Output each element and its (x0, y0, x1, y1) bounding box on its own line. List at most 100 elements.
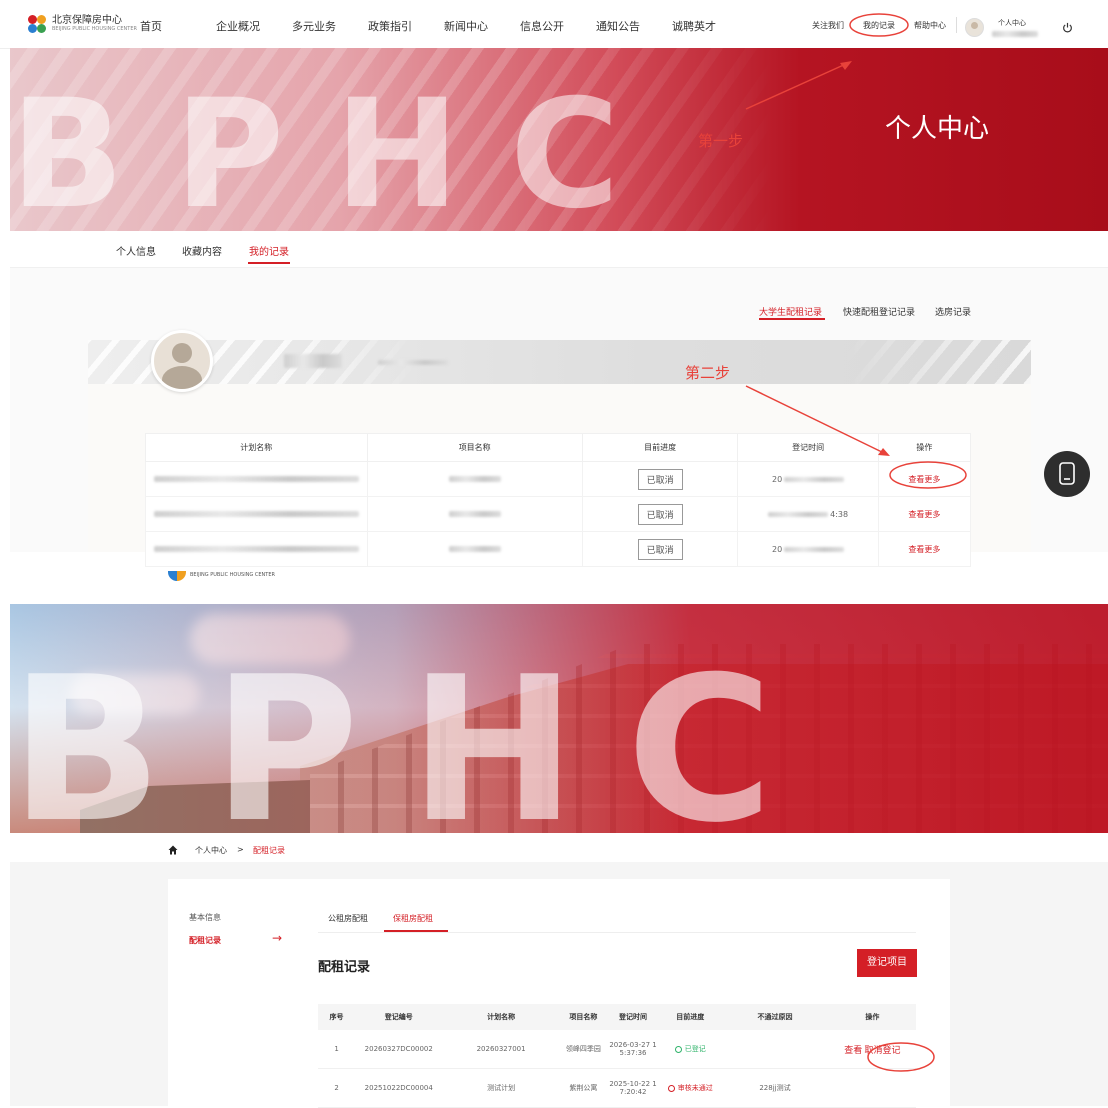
status-dot-icon (674, 1045, 682, 1053)
nav-divider (956, 17, 957, 33)
highlight-circle-icon (849, 13, 909, 37)
register-project-button[interactable]: 登记项目 (857, 949, 917, 977)
col-index: 序号 (318, 1004, 356, 1030)
view-link[interactable]: 查看 (844, 1046, 862, 1056)
main-menu: 首页 企业概况 多元业务 政策指引 新闻中心 信息公开 通知公告 诚聘英才 (140, 18, 748, 34)
row-index: 1 (318, 1030, 356, 1069)
tab-selection-records[interactable]: 选房记录 (935, 305, 971, 318)
table-row: 已取消 4:38 查看更多 (145, 496, 972, 532)
profile-tabs: 个人信息 收藏内容 我的记录 (10, 231, 1108, 268)
annotation-step-one: 第一步 (698, 132, 744, 150)
project-redacted (448, 475, 501, 482)
row-code: 20251022DC00004 (355, 1068, 443, 1108)
page-title: 个人中心 (885, 114, 990, 144)
status-dot-icon (667, 1084, 675, 1092)
menu-business[interactable]: 多元业务 (292, 18, 368, 34)
menu-jobs[interactable]: 诚聘英才 (672, 18, 748, 34)
tab-affordable-rental[interactable]: 保租房配租 (393, 913, 433, 924)
view-more-link[interactable]: 查看更多 (908, 510, 940, 519)
user-avatar[interactable] (965, 18, 984, 37)
row-status: 审核未通过 (659, 1068, 722, 1108)
home-icon[interactable] (168, 845, 178, 855)
hero-watermark: BPHC (10, 68, 670, 231)
annotation-arrow-two-icon (745, 385, 967, 489)
menu-company[interactable]: 企业概况 (216, 18, 292, 34)
col-reason: 不通过原因 (721, 1004, 829, 1030)
tabs-divider (318, 932, 916, 933)
hero-banner: BPHC (10, 604, 1108, 833)
row-project: 领峰四季园 (559, 1030, 607, 1069)
site-logo[interactable]: 北京保障房中心 BEIJING PUBLIC HOUSING CENTER (28, 15, 137, 33)
card-banner (88, 340, 1031, 384)
tab-student-records[interactable]: 大学生配租记录 (759, 305, 822, 318)
tab-favorites[interactable]: 收藏内容 (182, 243, 222, 258)
project-redacted (448, 545, 501, 552)
plan-redacted (153, 475, 359, 482)
row-code: 20260327DC00002 (355, 1030, 443, 1069)
col-reg-time: 登记时间 (606, 1004, 660, 1030)
top-nav: 北京保障房中心 BEIJING PUBLIC HOUSING CENTER 首页… (0, 0, 1108, 49)
follow-us-link[interactable]: 关注我们 (812, 20, 844, 31)
plan-redacted (153, 510, 359, 517)
breadcrumb-separator: > (237, 845, 244, 854)
row-reg-time: 2025-10-22 1 7:20:42 (606, 1068, 660, 1108)
col-code: 登记编号 (355, 1004, 443, 1030)
panel-rental-records: BEIJING PUBLIC HOUSING CENTER BPHC 个人中心 … (0, 552, 1108, 1108)
breadcrumb-current: 配租记录 (253, 846, 285, 855)
status-badge: 已取消 (637, 503, 683, 525)
user-name-redacted (284, 354, 342, 368)
floating-phone-button[interactable] (1044, 451, 1090, 497)
menu-home[interactable]: 首页 (140, 18, 216, 34)
logo-subtitle: BEIJING PUBLIC HOUSING CENTER (52, 26, 137, 32)
menu-news[interactable]: 新闻中心 (444, 18, 520, 34)
row-project: 紫荆公寓 (559, 1068, 607, 1108)
highlight-circle-icon (867, 1042, 935, 1072)
tab-profile-info[interactable]: 个人信息 (116, 243, 156, 258)
col-plan: 计划名称 (145, 433, 368, 462)
reg-time: 4:38 (830, 509, 849, 519)
logo-name: 北京保障房中心 (52, 15, 122, 26)
col-progress: 目前进度 (581, 433, 739, 462)
col-project: 项目名称 (366, 433, 583, 462)
row-actions (828, 1068, 916, 1108)
row-reason: 228jj测试 (721, 1068, 829, 1108)
tab-public-rental[interactable]: 公租房配租 (328, 913, 368, 924)
hero-banner: BPHC 个人中心 第一步 (10, 48, 1108, 231)
records-panel: 基本信息 配租记录 → 公租房配租 保租房配租 配租记录 登记项目 序号 登记编… (168, 879, 950, 1108)
col-plan: 计划名称 (442, 1004, 560, 1030)
profile-avatar (151, 330, 213, 392)
help-center-link[interactable]: 帮助中心 (914, 20, 946, 31)
annotation-arrow-icon (745, 61, 852, 110)
table-row: 1 20260327DC00002 20260327001 领峰四季园 2026… (318, 1030, 916, 1069)
table-row: 2 20251022DC00004 测试计划 紫荆公寓 2025-10-22 1… (318, 1068, 916, 1108)
col-project: 项目名称 (559, 1004, 607, 1030)
breadcrumb-home[interactable]: 个人中心 (195, 845, 227, 856)
side-menu-rental-records[interactable]: 配租记录 (189, 935, 221, 946)
active-tab-underline (384, 930, 448, 932)
phone-icon (1059, 462, 1075, 485)
logo-subtitle: BEIJING PUBLIC HOUSING CENTER (190, 572, 275, 578)
annotation-step-two: 第二步 (685, 364, 731, 382)
menu-policy[interactable]: 政策指引 (368, 18, 444, 34)
menu-notice[interactable]: 通知公告 (596, 18, 672, 34)
row-index: 2 (318, 1068, 356, 1108)
logo-icon (28, 15, 46, 33)
menu-info[interactable]: 信息公开 (520, 18, 596, 34)
tab-quick-records[interactable]: 快速配租登记记录 (843, 305, 915, 318)
row-plan: 20260327001 (442, 1030, 560, 1069)
user-center-link[interactable]: 个人中心 (998, 18, 1026, 28)
active-record-tab-underline (759, 318, 825, 320)
plan-redacted (153, 545, 359, 552)
row-reg-time: 2026-03-27 1 5:37:36 (606, 1030, 660, 1069)
tab-my-records[interactable]: 我的记录 (249, 243, 289, 258)
col-progress: 目前进度 (659, 1004, 722, 1030)
row-status: 已登记 (659, 1030, 722, 1069)
user-name-redacted (992, 31, 1038, 37)
site-logo[interactable]: BEIJING PUBLIC HOUSING CENTER (168, 568, 275, 582)
col-action: 操作 (828, 1004, 916, 1030)
power-icon[interactable] (1062, 22, 1073, 33)
project-redacted (448, 510, 501, 517)
rental-records-table: 序号 登记编号 计划名称 项目名称 登记时间 目前进度 不通过原因 操作 1 2… (318, 1004, 916, 1108)
side-menu-basic-info[interactable]: 基本信息 (189, 912, 221, 923)
logo-icon (168, 568, 186, 582)
